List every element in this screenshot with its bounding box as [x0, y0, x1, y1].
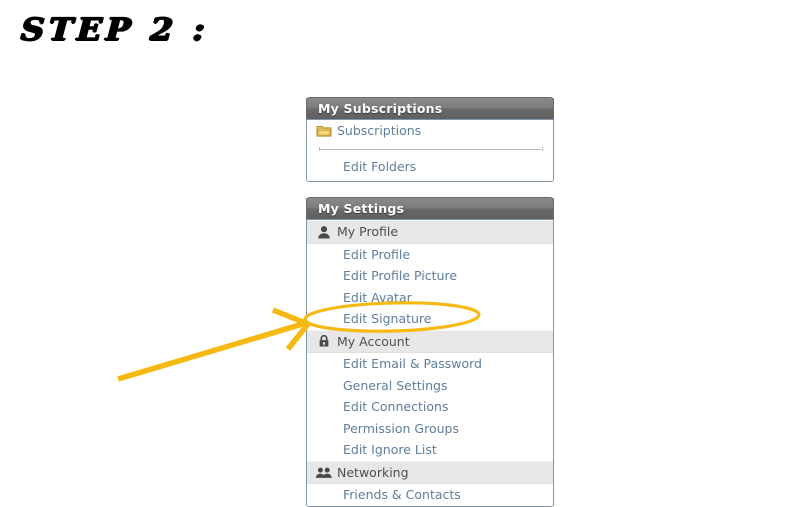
lock-icon: [315, 333, 333, 349]
link-label: Edit Signature: [343, 311, 432, 326]
section-header-my-account[interactable]: My Account: [307, 329, 553, 353]
folder-icon: [315, 123, 333, 139]
link-label: Edit Profile: [343, 246, 411, 262]
panel-header-my-subscriptions: My Subscriptions: [306, 97, 554, 120]
link-label: Permission Groups: [343, 420, 459, 436]
link-edit-profile[interactable]: Edit Profile: [307, 244, 553, 266]
link-friends-contacts[interactable]: Friends & Contacts: [307, 484, 553, 506]
panel-body-my-subscriptions: Subscriptions Edit Folders: [307, 120, 553, 181]
link-edit-connections[interactable]: Edit Connections: [307, 396, 553, 418]
link-general-settings[interactable]: General Settings: [307, 375, 553, 397]
link-label: Edit Avatar: [343, 289, 412, 305]
divider: [307, 144, 553, 155]
link-edit-ignore-list[interactable]: Edit Ignore List: [307, 439, 553, 461]
link-label: General Settings: [343, 377, 448, 393]
section-label: Networking: [337, 464, 409, 480]
panel-my-settings: My Settings My Profile Edit Profile Edit…: [306, 197, 554, 507]
link-label: Edit Folders: [343, 158, 417, 174]
link-edit-folders[interactable]: Edit Folders: [307, 156, 553, 178]
annotation-arrow: [117, 307, 311, 382]
link-permission-groups[interactable]: Permission Groups: [307, 418, 553, 440]
panel-bottom-spacer: [307, 177, 553, 181]
link-label: Edit Profile Picture: [343, 268, 458, 283]
group-icon: [315, 464, 333, 480]
list-item-label: Subscriptions: [337, 123, 422, 138]
panel-header-my-settings: My Settings: [306, 197, 554, 220]
list-item-subscriptions[interactable]: Subscriptions: [307, 120, 553, 142]
link-label: Edit Connections: [343, 399, 449, 414]
link-label: Edit Email & Password: [343, 356, 482, 371]
panel-my-subscriptions: My Subscriptions Subscriptions Edit Fold…: [306, 97, 554, 182]
link-label: Friends & Contacts: [343, 487, 461, 502]
page-title: STEP 2 :: [20, 12, 210, 48]
panel-body-my-settings: My Profile Edit Profile Edit Profile Pic…: [307, 220, 553, 506]
link-edit-signature[interactable]: Edit Signature: [307, 308, 553, 330]
section-header-networking[interactable]: Networking: [307, 460, 553, 484]
user-icon: [315, 224, 333, 240]
section-label: My Profile: [337, 224, 399, 239]
section-header-my-profile[interactable]: My Profile: [307, 220, 553, 244]
link-edit-email-password[interactable]: Edit Email & Password: [307, 353, 553, 375]
link-edit-profile-picture[interactable]: Edit Profile Picture: [307, 265, 553, 287]
link-edit-avatar[interactable]: Edit Avatar: [307, 287, 553, 309]
section-label: My Account: [337, 333, 410, 349]
link-label: Edit Ignore List: [343, 442, 437, 457]
